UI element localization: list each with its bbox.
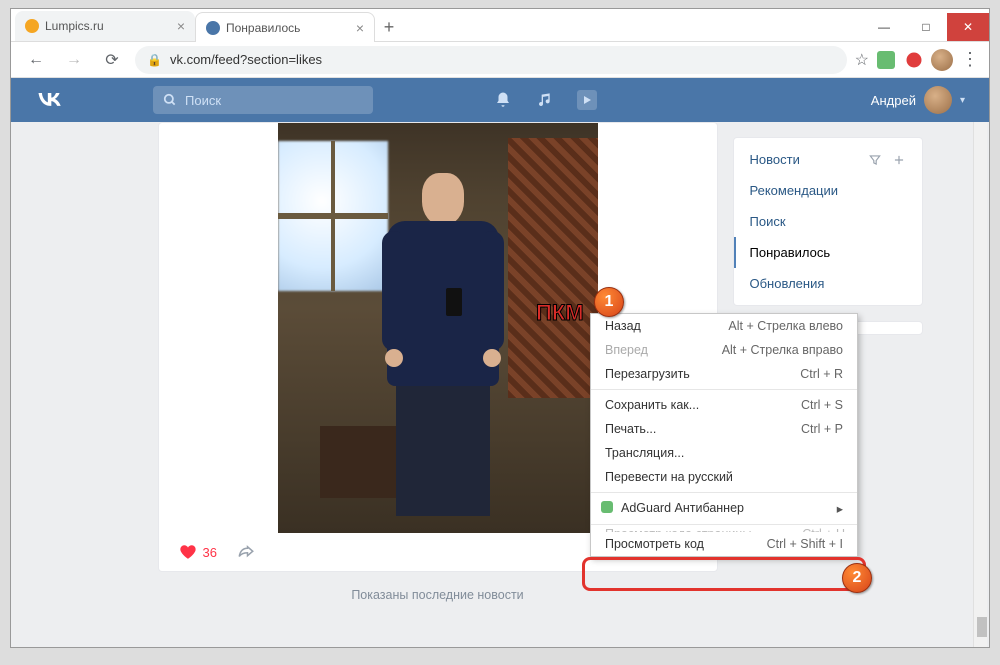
- sidebar-card: Новости Рекомендации Поиск Понравилось О…: [733, 137, 923, 306]
- search-icon: [163, 93, 177, 107]
- filter-icon[interactable]: [868, 153, 882, 167]
- sidebar-item-label: Рекомендации: [750, 183, 839, 198]
- context-menu: НазадAlt + Стрелка влево ВпередAlt + Стр…: [590, 313, 858, 557]
- url-input[interactable]: 🔒 vk.com/feed?section=likes: [135, 46, 847, 74]
- sidebar-item-news[interactable]: Новости: [734, 144, 922, 175]
- vk-logo-icon[interactable]: [35, 86, 63, 114]
- annotation-highlight: [582, 557, 866, 591]
- notifications-icon[interactable]: [493, 90, 513, 110]
- sidebar-item-recommendations[interactable]: Рекомендации: [734, 175, 922, 206]
- chevron-down-icon: ▾: [960, 95, 965, 106]
- search-placeholder: Поиск: [185, 93, 221, 108]
- sidebar-item-updates[interactable]: Обновления: [734, 268, 922, 299]
- cm-save-as[interactable]: Сохранить как...Ctrl + S: [591, 393, 857, 417]
- share-button[interactable]: [235, 543, 257, 561]
- titlebar: Lumpics.ru × Понравилось × + — □ ✕: [11, 9, 989, 42]
- favicon-vk: [206, 21, 220, 35]
- annotation-pkm-label: ПКМ: [536, 300, 584, 326]
- cm-separator: [591, 492, 857, 493]
- tab-title: Понравилось: [226, 21, 300, 35]
- bookmark-star-icon[interactable]: ☆: [855, 50, 869, 70]
- chevron-right-icon: ▸: [837, 501, 843, 516]
- sidebar-item-search[interactable]: Поиск: [734, 206, 922, 237]
- tab-vk[interactable]: Понравилось ×: [195, 12, 375, 42]
- tab-lumpics[interactable]: Lumpics.ru ×: [15, 11, 195, 41]
- browser-menu-button[interactable]: ⋮: [961, 49, 979, 70]
- annotation-callout-1: 1: [594, 287, 624, 317]
- cm-adguard[interactable]: AdGuard Антибаннер▸: [591, 496, 857, 521]
- new-tab-button[interactable]: +: [375, 13, 403, 41]
- music-icon[interactable]: [535, 90, 555, 110]
- extensions: [877, 51, 923, 69]
- plus-icon[interactable]: [892, 153, 906, 167]
- close-icon[interactable]: ×: [177, 18, 185, 34]
- cm-separator: [591, 389, 857, 390]
- sidebar-item-label: Обновления: [750, 276, 825, 291]
- search-input[interactable]: Поиск: [153, 86, 373, 114]
- header-icons: [493, 90, 597, 110]
- annotation-callout-2: 2: [842, 563, 872, 593]
- extension-icon[interactable]: [905, 51, 923, 69]
- lock-icon: 🔒: [147, 53, 162, 67]
- minimize-button[interactable]: —: [863, 13, 905, 41]
- tabs: Lumpics.ru × Понравилось × +: [11, 11, 863, 41]
- profile-avatar[interactable]: [931, 49, 953, 71]
- window-controls: — □ ✕: [863, 13, 989, 41]
- cm-view-source[interactable]: Просмотр кода страницыCtrl + U: [605, 528, 845, 532]
- user-name: Андрей: [871, 93, 916, 108]
- address-bar: ← → ⟳ 🔒 vk.com/feed?section=likes ☆ ⋮: [11, 42, 989, 78]
- close-window-button[interactable]: ✕: [947, 13, 989, 41]
- forward-button[interactable]: →: [59, 45, 89, 75]
- user-menu[interactable]: Андрей ▾: [871, 86, 965, 114]
- favicon-lumpics: [25, 19, 39, 33]
- scrollbar-thumb[interactable]: [977, 617, 987, 637]
- extension-icon[interactable]: [877, 51, 895, 69]
- sidebar-item-label: Новости: [750, 152, 800, 167]
- reload-button[interactable]: ⟳: [97, 45, 127, 75]
- adguard-icon: [601, 501, 613, 513]
- maximize-button[interactable]: □: [905, 13, 947, 41]
- close-icon[interactable]: ×: [356, 20, 364, 36]
- vk-header: Поиск Андрей ▾: [11, 78, 989, 122]
- cm-separator: [591, 524, 857, 525]
- sidebar-item-liked[interactable]: Понравилось: [734, 237, 922, 268]
- cm-translate[interactable]: Перевести на русский: [591, 465, 857, 489]
- sidebar-item-label: Поиск: [750, 214, 786, 229]
- heart-icon: [179, 543, 197, 561]
- like-count: 36: [203, 545, 217, 560]
- like-button[interactable]: 36: [179, 543, 217, 561]
- url-text: vk.com/feed?section=likes: [170, 52, 322, 67]
- cm-inspect[interactable]: Просмотреть кодCtrl + Shift + I: [591, 532, 857, 556]
- share-icon: [235, 543, 257, 561]
- cm-print[interactable]: Печать...Ctrl + P: [591, 417, 857, 441]
- user-avatar-icon: [924, 86, 952, 114]
- sidebar-item-label: Понравилось: [750, 245, 831, 260]
- tab-title: Lumpics.ru: [45, 19, 104, 33]
- play-icon[interactable]: [577, 90, 597, 110]
- cm-back[interactable]: НазадAlt + Стрелка влево: [591, 314, 857, 338]
- back-button[interactable]: ←: [21, 45, 51, 75]
- cm-forward: ВпередAlt + Стрелка вправо: [591, 338, 857, 362]
- post-photo[interactable]: [278, 123, 598, 533]
- cm-cast[interactable]: Трансляция...: [591, 441, 857, 465]
- scrollbar[interactable]: [973, 122, 987, 647]
- cm-reload[interactable]: ПерезагрузитьCtrl + R: [591, 362, 857, 386]
